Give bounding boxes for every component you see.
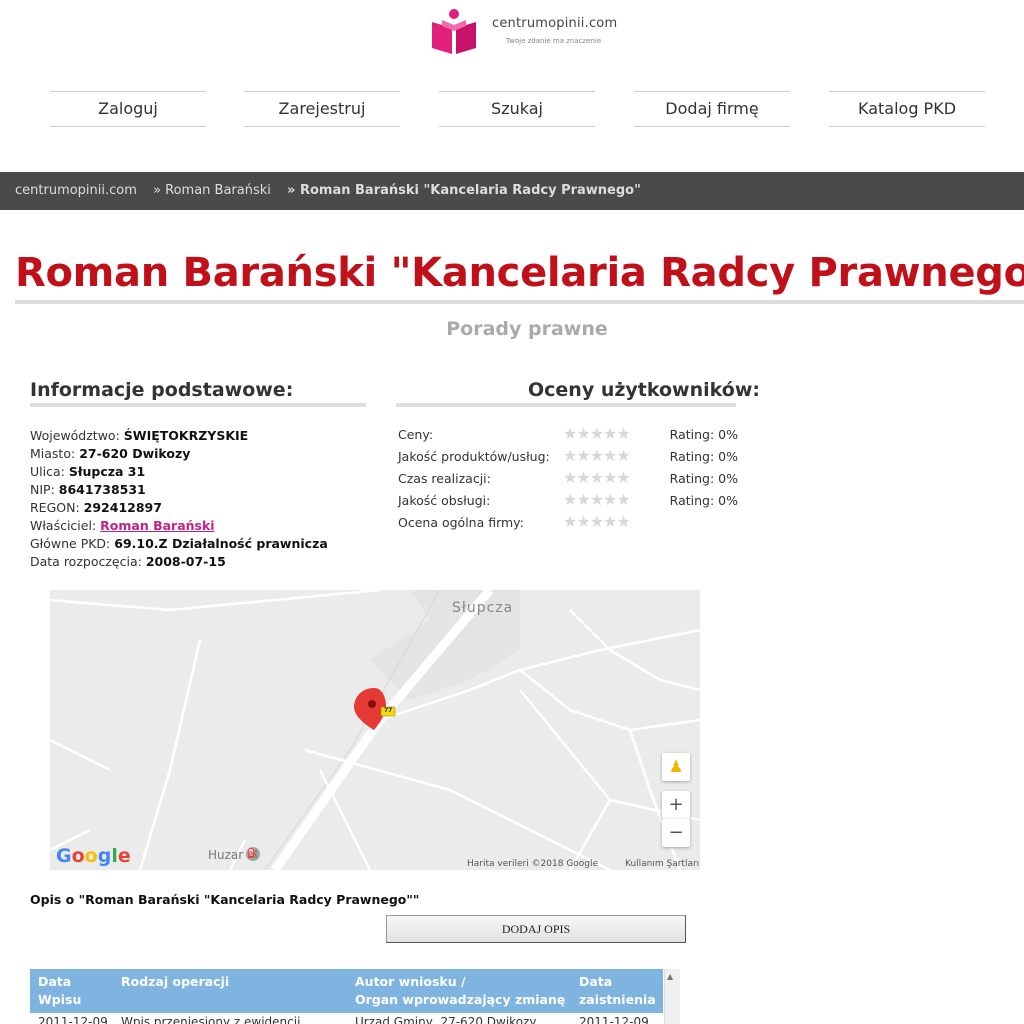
owner-link[interactable]: Roman Barański (100, 518, 214, 533)
col-header-operation: Rodzaj operacji (121, 974, 230, 989)
map-roads (50, 590, 700, 870)
zoom-in-button[interactable]: + (662, 791, 690, 819)
site-logo[interactable]: centrumopinii.com Twoje zdanie ma znacze… (430, 8, 660, 56)
ratings-divider (396, 403, 736, 407)
table-scrollbar[interactable]: ▲ (664, 969, 680, 1024)
info-regon: REGON: 292412897 (30, 500, 162, 515)
map-place-label: Huzar (208, 848, 244, 862)
info-owner: Właściciel: Roman Barański (30, 518, 215, 533)
col-header-occurrence: Data zaistnienia (579, 974, 656, 1007)
table-header: Data Wpisu Rodzaj operacji Autor wniosku … (30, 969, 663, 1013)
road-number-badge: 77 (384, 707, 393, 714)
col-header-date: Data Wpisu (38, 974, 82, 1007)
nav-search[interactable]: Szukaj (439, 91, 595, 127)
breadcrumb-home[interactable]: centrumopinii.com (15, 183, 137, 198)
star-rating-icon[interactable]: ★★★★★ (563, 448, 631, 464)
scroll-up-icon[interactable]: ▲ (667, 972, 673, 981)
nav-pkd-catalog[interactable]: Katalog PKD (829, 91, 985, 127)
map-attribution: Harita verileri ©2018 Google (467, 859, 599, 869)
info-nip: NIP: 8641738531 (30, 482, 146, 497)
history-table: Data Wpisu Rodzaj operacji Autor wniosku … (30, 969, 680, 1024)
google-logo: Google (56, 845, 131, 867)
star-rating-icon[interactable]: ★★★★★ (563, 470, 631, 486)
info-pkd: Główne PKD: 69.10.Z Działalność prawnicz… (30, 536, 328, 551)
main-nav: Zaloguj Zarejestruj Szukaj Dodaj firmę K… (0, 91, 1024, 127)
ratings-heading: Oceny użytkowników: (528, 379, 760, 401)
col-header-author: Autor wniosku / Organ wprowadzający zmian… (355, 974, 566, 1007)
book-logo-icon (432, 9, 476, 54)
star-rating-icon[interactable]: ★★★★★ (563, 492, 631, 508)
nav-add-company[interactable]: Dodaj firmę (634, 91, 790, 127)
map-place-label: Słupcza (452, 600, 514, 616)
nav-register[interactable]: Zarejestruj (244, 91, 400, 127)
info-street: Ulica: Słupcza 31 (30, 464, 146, 479)
description-heading: Opis o "Roman Barański "Kancelaria Radcy… (30, 892, 420, 907)
breadcrumb-owner[interactable]: » Roman Barański (153, 183, 271, 198)
zoom-out-button[interactable]: − (662, 819, 690, 847)
brand-name: centrumopinii.com (492, 16, 618, 31)
star-rating-icon[interactable]: ★★★★★ (563, 426, 631, 442)
info-divider (30, 403, 366, 407)
page-subtitle: Porady prawne (446, 318, 608, 340)
poi-icon: ⛽ (246, 847, 260, 861)
info-start-date: Data rozpoczęcia: 2008-07-15 (30, 554, 226, 569)
location-map[interactable]: Słupcza Huzar 77 ⛽ Google Harita veriler… (50, 590, 700, 870)
info-city: Miasto: 27-620 Dwikozy (30, 446, 191, 461)
title-divider (15, 300, 1024, 304)
map-terms-link[interactable]: Kullanım Şartları (625, 859, 699, 869)
street-view-pegman-icon[interactable]: ♟ (662, 753, 690, 781)
basic-info: Województwo: ŚWIĘTOKRZYSKIE Miasto: 27-6… (30, 427, 328, 571)
star-rating-icon[interactable]: ★★★★★ (563, 514, 631, 530)
rating-row-overall: Ocena ogólna firmy: ★★★★★ (398, 512, 631, 531)
brand-tagline: Twoje zdanie ma znaczenie (506, 37, 602, 45)
page-title: Roman Barański "Kancelaria Radcy Prawneg… (15, 250, 1024, 296)
breadcrumb: centrumopinii.com » Roman Barański » Rom… (0, 172, 1024, 210)
nav-login[interactable]: Zaloguj (50, 91, 206, 127)
ratings-list: Ceny: ★★★★★ Rating: 0% Jakość produktów/… (398, 426, 738, 537)
add-description-button[interactable]: DODAJ OPIS (386, 915, 686, 943)
info-heading: Informacje podstawowe: (30, 379, 294, 401)
breadcrumb-current: » Roman Barański "Kancelaria Radcy Prawn… (287, 183, 641, 198)
info-voivodeship: Województwo: ŚWIĘTOKRZYSKIE (30, 428, 249, 443)
